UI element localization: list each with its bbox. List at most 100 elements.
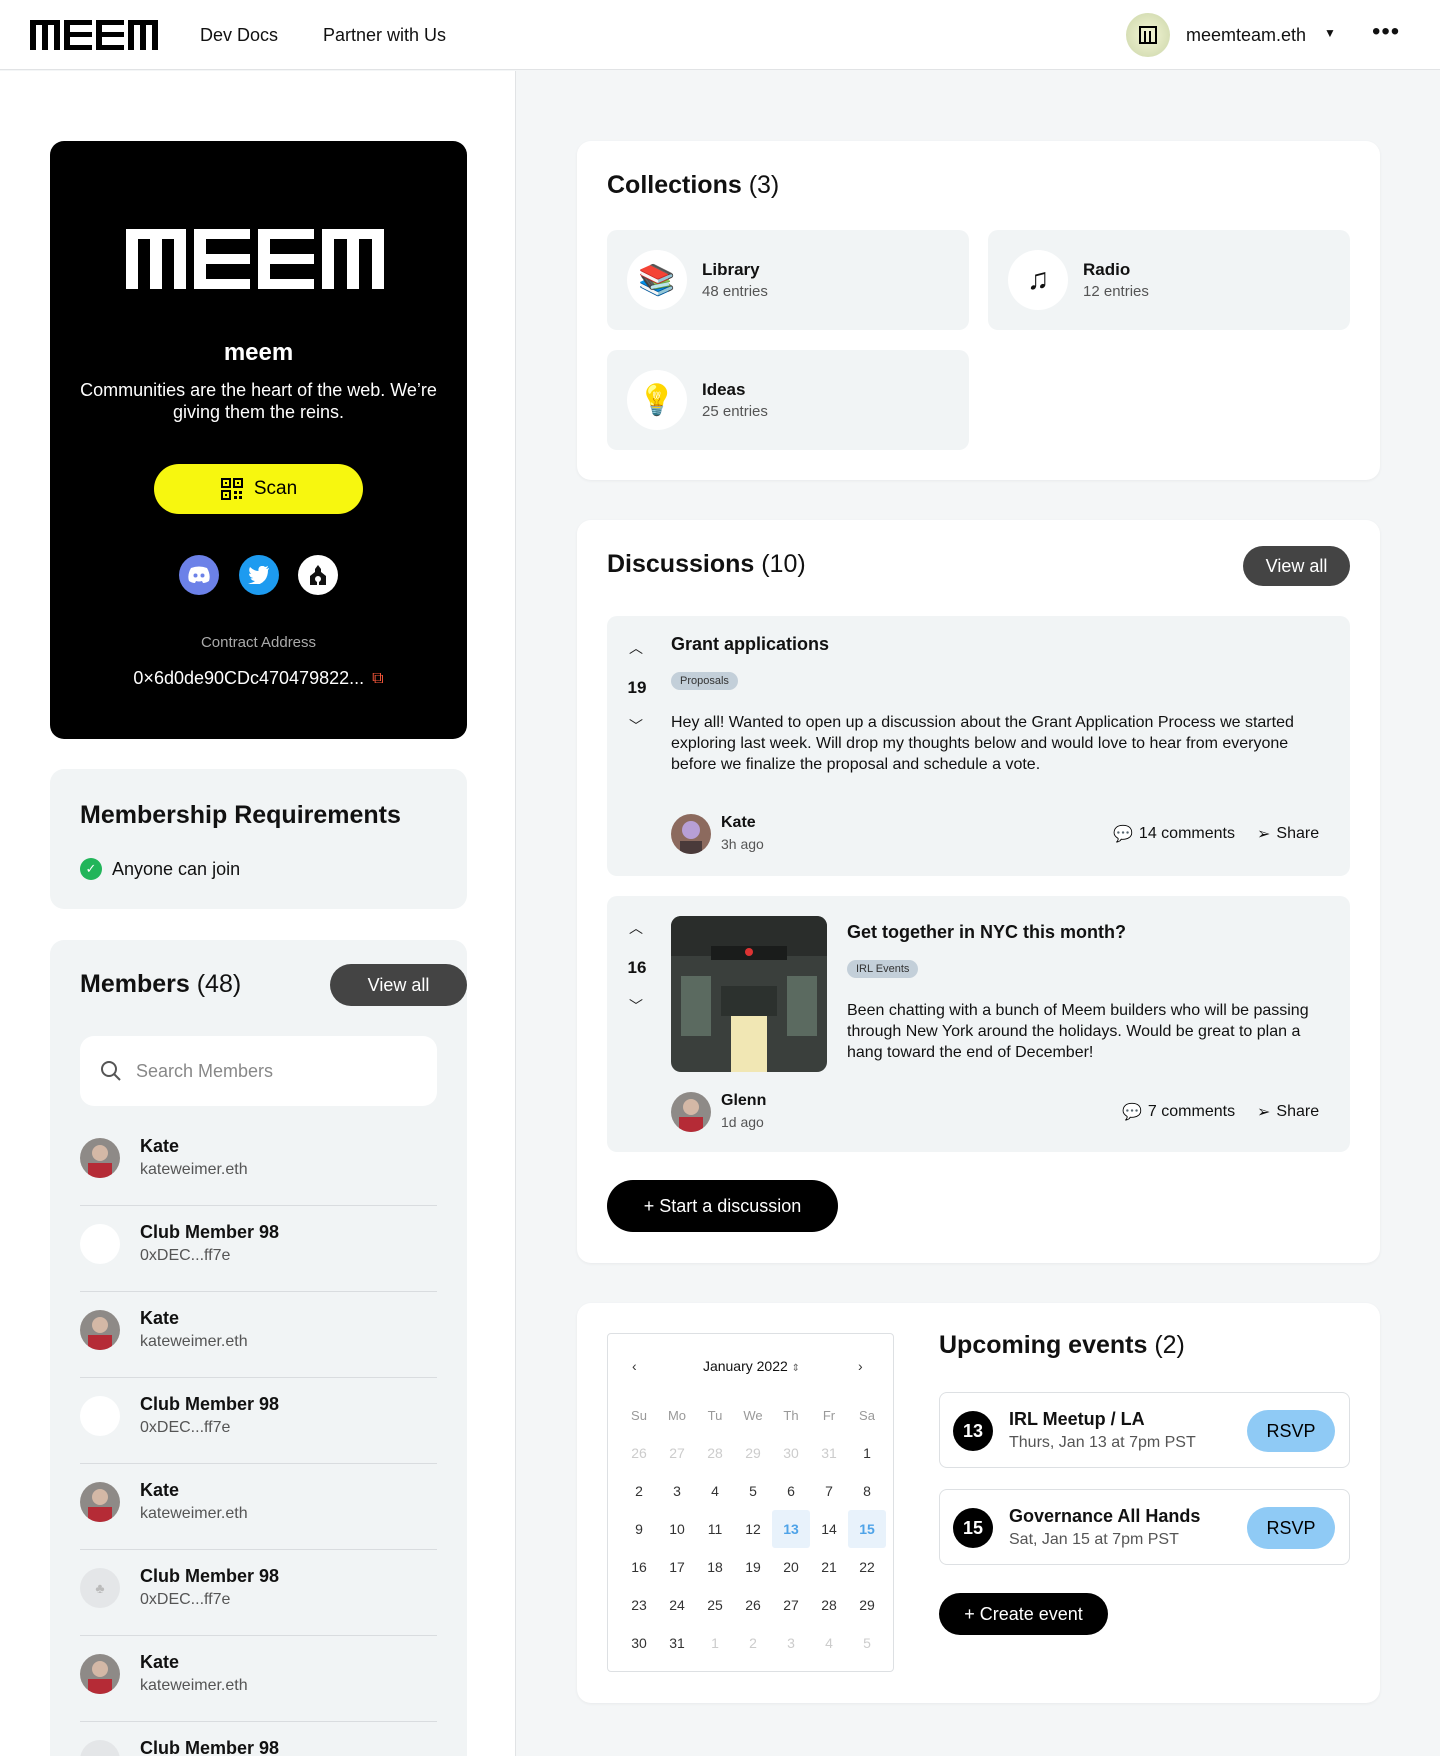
calendar-day[interactable]: 4 bbox=[696, 1472, 734, 1510]
calendar-day[interactable]: 27 bbox=[772, 1586, 810, 1624]
rsvp-button[interactable]: RSVP bbox=[1247, 1410, 1335, 1452]
nav-partner-with-us[interactable]: Partner with Us bbox=[323, 25, 446, 46]
collection-entries: 48 entries bbox=[702, 283, 768, 300]
calendar-day[interactable]: 9 bbox=[620, 1510, 658, 1548]
post-tag[interactable]: IRL Events bbox=[847, 960, 919, 978]
calendar-day[interactable]: 2 bbox=[620, 1472, 658, 1510]
nav-dev-docs[interactable]: Dev Docs bbox=[200, 25, 278, 46]
calendar-day[interactable]: 18 bbox=[696, 1548, 734, 1586]
calendar-day[interactable]: 29 bbox=[848, 1586, 886, 1624]
event-name: Governance All Hands bbox=[1009, 1506, 1201, 1526]
post-title[interactable]: Get together in NYC this month? bbox=[847, 922, 1126, 943]
downvote-chevron-icon[interactable]: ﹀ bbox=[629, 996, 643, 1016]
member-row[interactable]: Club Member 98 bbox=[80, 1722, 437, 1756]
members-view-all-button[interactable]: View all bbox=[330, 964, 467, 1006]
rsvp-button[interactable]: RSVP bbox=[1247, 1507, 1335, 1549]
twitter-icon[interactable] bbox=[239, 555, 279, 595]
comments-link[interactable]: 💬 14 comments bbox=[1113, 824, 1235, 844]
calendar-day[interactable]: 15 bbox=[848, 1510, 886, 1548]
event-item[interactable]: 15 Governance All Hands Sat, Jan 15 at 7… bbox=[939, 1489, 1350, 1565]
scan-button[interactable]: Scan bbox=[154, 464, 363, 514]
member-search[interactable] bbox=[80, 1036, 437, 1106]
member-row[interactable]: Kate kateweimer.eth bbox=[80, 1636, 437, 1722]
member-address: kateweimer.eth bbox=[140, 1333, 248, 1350]
member-row[interactable]: Kate kateweimer.eth bbox=[80, 1464, 437, 1550]
member-row[interactable]: Kate kateweimer.eth bbox=[80, 1292, 437, 1378]
scan-label: Scan bbox=[253, 478, 298, 499]
search-members-input[interactable] bbox=[136, 1060, 396, 1082]
calendar-day[interactable]: 8 bbox=[848, 1472, 886, 1510]
calendar-day[interactable]: 22 bbox=[848, 1548, 886, 1586]
calendar-day[interactable]: 3 bbox=[772, 1624, 810, 1662]
post-image[interactable] bbox=[671, 916, 827, 1072]
calendar-day[interactable]: 17 bbox=[658, 1548, 696, 1586]
discussions-view-all-button[interactable]: View all bbox=[1243, 546, 1350, 586]
calendar-day[interactable]: 10 bbox=[658, 1510, 696, 1548]
calendar-day[interactable]: 26 bbox=[734, 1586, 772, 1624]
calendar-month[interactable]: January 2022 ⇕ bbox=[608, 1358, 895, 1374]
calendar-day[interactable]: 29 bbox=[734, 1434, 772, 1472]
calendar-day[interactable]: 16 bbox=[620, 1548, 658, 1586]
comments-link[interactable]: 💬 7 comments bbox=[1122, 1102, 1235, 1122]
downvote-chevron-icon[interactable]: ﹀ bbox=[629, 716, 643, 736]
chevron-right-icon[interactable]: › bbox=[858, 1358, 863, 1374]
events-card: ‹ January 2022 ⇕ › Su Mo Tu We Th Fr Sa 26 27 28 2… bbox=[577, 1303, 1380, 1703]
member-row[interactable]: Kate kateweimer.eth bbox=[80, 1120, 437, 1206]
calendar-day[interactable]: 23 bbox=[620, 1586, 658, 1624]
share-link[interactable]: ➢ Share bbox=[1257, 824, 1319, 844]
calendar-day[interactable]: 27 bbox=[658, 1434, 696, 1472]
caret-down-icon[interactable]: ▼ bbox=[1324, 26, 1336, 40]
post-title[interactable]: Grant applications bbox=[671, 634, 829, 655]
up-down-icon: ⇕ bbox=[791, 1363, 801, 1374]
calendar-day[interactable]: 14 bbox=[810, 1510, 848, 1548]
calendar-day[interactable]: 5 bbox=[848, 1624, 886, 1662]
calendar-day[interactable]: 28 bbox=[810, 1586, 848, 1624]
calendar-day[interactable]: 1 bbox=[848, 1434, 886, 1472]
calendar-day[interactable]: 25 bbox=[696, 1586, 734, 1624]
calendar-day[interactable]: 26 bbox=[620, 1434, 658, 1472]
collection-radio[interactable]: ♫ Radio 12 entries bbox=[988, 230, 1350, 330]
more-options-button[interactable]: ••• bbox=[1372, 18, 1400, 46]
calendar-day[interactable]: 28 bbox=[696, 1434, 734, 1472]
avatar bbox=[671, 814, 711, 854]
calendar-day[interactable]: 30 bbox=[772, 1434, 810, 1472]
event-time: Thurs, Jan 13 at 7pm PST bbox=[1009, 1434, 1196, 1451]
discussion-post[interactable]: ︿ 19 ﹀ Grant applications Proposals Hey … bbox=[607, 616, 1350, 876]
calendar-day[interactable]: 30 bbox=[620, 1624, 658, 1662]
post-tag[interactable]: Proposals bbox=[671, 672, 738, 690]
discussion-post[interactable]: ︿ 16 ﹀ Get together in NYC this month? I… bbox=[607, 896, 1350, 1152]
calendar-day[interactable]: 5 bbox=[734, 1472, 772, 1510]
create-event-button[interactable]: + Create event bbox=[939, 1593, 1108, 1635]
account-avatar[interactable] bbox=[1126, 13, 1170, 57]
meem-logo[interactable] bbox=[30, 20, 160, 50]
calendar-day[interactable]: 31 bbox=[658, 1624, 696, 1662]
event-item[interactable]: 13 IRL Meetup / LA Thurs, Jan 13 at 7pm … bbox=[939, 1392, 1350, 1468]
mirror-icon[interactable] bbox=[298, 555, 338, 595]
member-row[interactable]: ♣ Club Member 98 0xDEC...ff7e bbox=[80, 1550, 437, 1636]
upvote-chevron-icon[interactable]: ︿ bbox=[629, 638, 643, 658]
calendar-day[interactable]: 19 bbox=[734, 1548, 772, 1586]
calendar-day[interactable]: 1 bbox=[696, 1624, 734, 1662]
calendar-day[interactable]: 24 bbox=[658, 1586, 696, 1624]
start-discussion-button[interactable]: + Start a discussion bbox=[607, 1180, 838, 1232]
member-row[interactable]: Club Member 98 0xDEC...ff7e bbox=[80, 1378, 437, 1464]
calendar-day[interactable]: 31 bbox=[810, 1434, 848, 1472]
collection-library[interactable]: 📚 Library 48 entries bbox=[607, 230, 969, 330]
calendar-day[interactable]: 7 bbox=[810, 1472, 848, 1510]
upvote-chevron-icon[interactable]: ︿ bbox=[629, 918, 643, 938]
calendar-day[interactable]: 11 bbox=[696, 1510, 734, 1548]
share-link[interactable]: ➢ Share bbox=[1257, 1102, 1319, 1122]
account-name[interactable]: meemteam.eth bbox=[1186, 25, 1306, 46]
collection-ideas[interactable]: 💡 Ideas 25 entries bbox=[607, 350, 969, 450]
calendar-day[interactable]: 4 bbox=[810, 1624, 848, 1662]
calendar-day[interactable]: 13 bbox=[772, 1510, 810, 1548]
member-row[interactable]: Club Member 98 0xDEC...ff7e bbox=[80, 1206, 437, 1292]
calendar-day[interactable]: 2 bbox=[734, 1624, 772, 1662]
discord-icon[interactable] bbox=[179, 555, 219, 595]
calendar-day[interactable]: 3 bbox=[658, 1472, 696, 1510]
calendar-day[interactable]: 6 bbox=[772, 1472, 810, 1510]
calendar-day[interactable]: 20 bbox=[772, 1548, 810, 1586]
copy-icon[interactable]: ⧉ bbox=[372, 670, 383, 688]
calendar-day[interactable]: 21 bbox=[810, 1548, 848, 1586]
calendar-day[interactable]: 12 bbox=[734, 1510, 772, 1548]
